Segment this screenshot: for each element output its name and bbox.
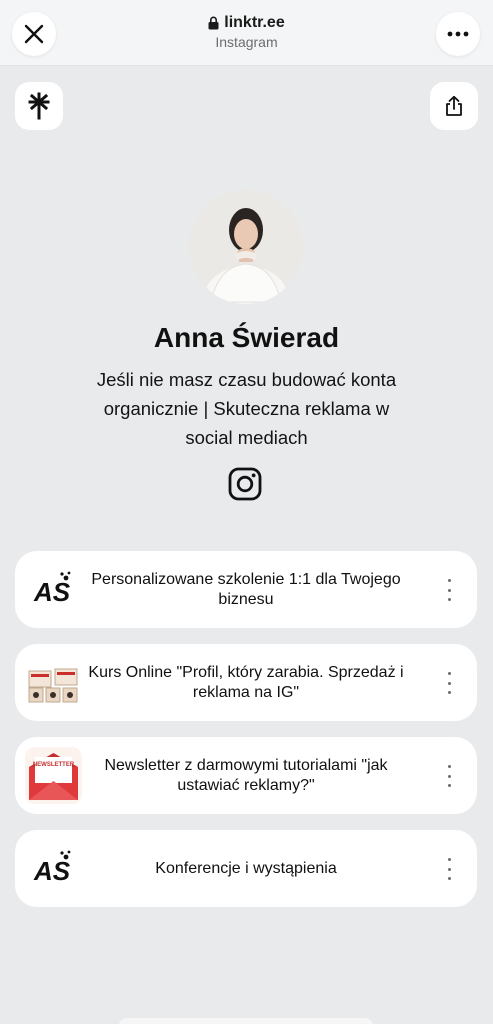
link-label: Personalizowane szkolenie 1:1 dla Twojeg… [91,570,401,608]
share-icon [446,95,462,116]
url-subtitle: Instagram [215,34,278,50]
share-button[interactable] [430,82,478,130]
link-list: AS Personalizowane szkolenie 1:1 dla Two… [15,551,477,923]
as-logo-thumbnail: AS [25,561,82,618]
link-card-online-course[interactable]: Kurs Online "Profil, który zarabia. Sprz… [15,644,477,721]
url-text: linktr.ee [224,14,285,31]
more-vertical-icon[interactable] [439,579,459,601]
as-logo-text: AS [33,577,71,607]
link-label: Kurs Online "Profil, który zarabia. Sprz… [88,663,404,701]
bottom-join-pill[interactable] [118,1018,374,1024]
link-label: Konferencje i wystąpienia [155,859,337,877]
link-card-newsletter[interactable]: NEWSLETTER Newsletter z darmowymi tutori… [15,737,477,814]
browser-top-bar: linktr.ee Instagram [0,0,493,66]
link-card-conferences[interactable]: AS Konferencje i wystąpienia [15,830,477,907]
more-vertical-icon[interactable] [439,672,459,694]
as-logo-text: AS [33,856,71,886]
more-vertical-icon[interactable] [439,858,459,880]
instagram-icon [228,467,262,501]
more-horizontal-icon [447,31,469,37]
instagram-link[interactable] [228,467,262,501]
address-bar[interactable]: linktr.ee Instagram [0,14,493,50]
profile-bio: Jeśli nie masz czasu budować konta organ… [96,369,397,448]
newsletter-envelope-thumbnail: NEWSLETTER [25,747,82,804]
lock-icon [208,16,219,30]
link-card-personal-training[interactable]: AS Personalizowane szkolenie 1:1 dla Two… [15,551,477,628]
profile-avatar [189,190,303,304]
profile-name: Anna Świerad [153,322,340,353]
linktree-home-button[interactable] [15,82,63,130]
more-options-button[interactable] [436,12,480,56]
as-logo-thumbnail: AS [25,840,82,897]
linktree-logo-icon [28,92,50,120]
more-vertical-icon[interactable] [439,765,459,787]
course-mockup-thumbnail [25,654,82,711]
newsletter-thumb-text: NEWSLETTER [33,762,75,768]
link-label: Newsletter z darmowymi tutorialami "jak … [104,756,388,794]
